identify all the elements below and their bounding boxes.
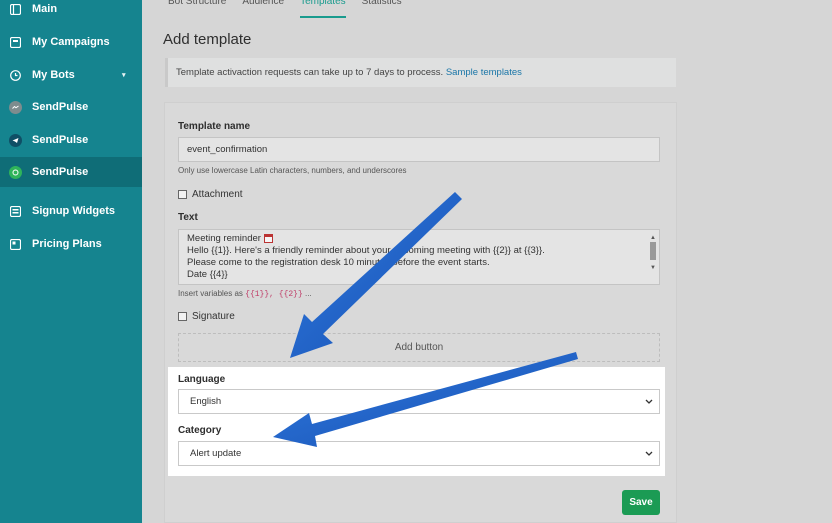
category-select[interactable]: Alert update xyxy=(178,441,660,466)
sidebar-item-signup-widgets[interactable]: Signup Widgets xyxy=(0,196,142,226)
sidebar-item-label: Main xyxy=(32,3,58,15)
pricing-icon xyxy=(9,238,22,251)
signature-label: Signature xyxy=(192,311,235,322)
chevron-down-icon xyxy=(645,449,653,458)
save-button[interactable]: Save xyxy=(622,490,660,515)
messenger-icon xyxy=(9,100,22,114)
text-line-content: Meeting reminder xyxy=(187,233,261,244)
text-line: Please come to the registration desk 10 … xyxy=(187,257,490,268)
scroll-down-icon[interactable]: ▼ xyxy=(649,262,657,271)
template-name-input[interactable]: event_confirmation xyxy=(178,137,660,162)
text-line: Meeting reminder xyxy=(187,233,651,245)
variables-hint-ellipsis: ... xyxy=(305,289,312,298)
mail-icon xyxy=(9,36,22,49)
category-label: Category xyxy=(178,425,222,436)
sidebar-item-label: Signup Widgets xyxy=(32,205,116,217)
sidebar-item-label: My Bots xyxy=(32,69,75,81)
sidebar-item-label: SendPulse xyxy=(32,166,89,178)
clock-icon xyxy=(9,69,22,82)
sidebar-item-my-bots[interactable]: My Bots ▾ xyxy=(0,60,142,90)
sidebar-item-my-campaigns[interactable]: My Campaigns xyxy=(0,27,142,57)
variables-hint-text: Insert variables as xyxy=(178,289,243,298)
language-select[interactable]: English xyxy=(178,389,660,414)
chevron-down-icon xyxy=(645,397,653,406)
attachment-row: Attachment xyxy=(178,189,243,200)
text-area[interactable]: Meeting reminder Hello {{1}}. Here's a f… xyxy=(178,229,660,285)
text-area-scrollbar[interactable]: ▲ ▼ xyxy=(649,232,657,282)
sidebar-item-sendpulse-messenger[interactable]: SendPulse xyxy=(0,92,142,122)
variables-hint: Insert variables as {{1}}, {{2}} ... xyxy=(178,289,312,299)
tab-bar: Bot Structure Audience Templates Statist… xyxy=(168,0,418,18)
category-value: Alert update xyxy=(190,448,242,459)
sidebar-item-pricing-plans[interactable]: Pricing Plans xyxy=(0,229,142,259)
sidebar-item-main[interactable]: Main xyxy=(0,0,142,24)
tab-audience[interactable]: Audience xyxy=(242,0,284,18)
template-name-hint: Only use lowercase Latin characters, num… xyxy=(178,166,407,175)
variables-code: {{1}}, {{2}} xyxy=(245,290,303,299)
text-line: Hello {{1}}. Here's a friendly reminder … xyxy=(187,245,545,256)
tab-bot-structure[interactable]: Bot Structure xyxy=(168,0,226,18)
telegram-icon xyxy=(9,133,22,147)
text-line: Date {{4}} xyxy=(187,269,228,280)
chevron-down-icon[interactable]: ▾ xyxy=(122,71,126,79)
template-name-label: Template name xyxy=(178,121,251,132)
widget-icon xyxy=(9,205,22,218)
sidebar-item-sendpulse-whatsapp[interactable]: SendPulse xyxy=(0,157,142,187)
calendar-icon xyxy=(263,233,273,243)
attachment-checkbox[interactable] xyxy=(178,190,187,199)
sidebar-item-sendpulse-telegram[interactable]: SendPulse xyxy=(0,125,142,155)
sidebar-item-label: My Campaigns xyxy=(32,36,110,48)
grid-icon xyxy=(9,3,22,16)
page-title: Add template xyxy=(163,31,252,48)
signature-row: Signature xyxy=(178,311,235,322)
language-label: Language xyxy=(178,374,226,385)
add-button[interactable]: Add button xyxy=(178,333,660,362)
sample-templates-link[interactable]: Sample templates xyxy=(446,67,522,78)
tab-templates[interactable]: Templates xyxy=(300,0,346,18)
notice-text: Template activaction requests can take u… xyxy=(176,67,444,78)
whatsapp-icon xyxy=(9,165,22,179)
scroll-thumb[interactable] xyxy=(650,242,656,260)
signature-checkbox[interactable] xyxy=(178,312,187,321)
sidebar: Main My Campaigns My Bots ▾ SendPulse Se… xyxy=(0,0,142,523)
tab-statistics[interactable]: Statistics xyxy=(362,0,402,18)
scroll-up-icon[interactable]: ▲ xyxy=(649,232,657,241)
notice-banner: Template activaction requests can take u… xyxy=(165,58,676,87)
sidebar-item-label: SendPulse xyxy=(32,101,89,113)
language-value: English xyxy=(190,396,222,407)
sidebar-item-label: SendPulse xyxy=(32,134,89,146)
sidebar-item-label: Pricing Plans xyxy=(32,238,102,250)
attachment-label: Attachment xyxy=(192,189,243,200)
text-label: Text xyxy=(178,212,198,223)
